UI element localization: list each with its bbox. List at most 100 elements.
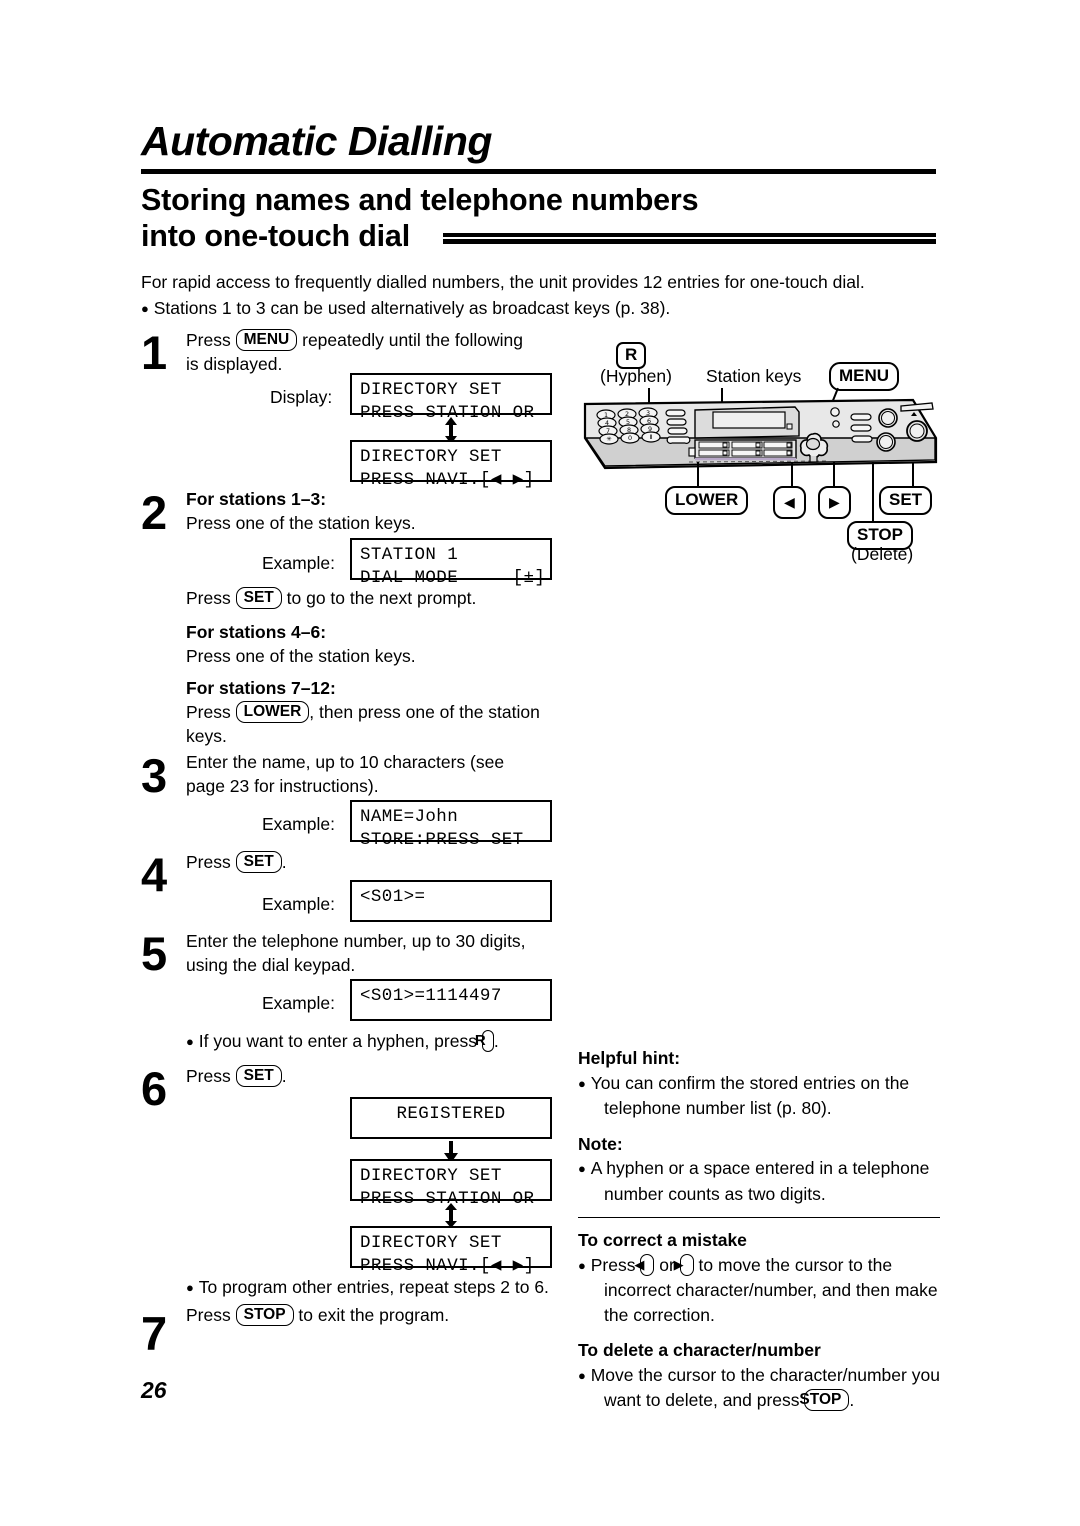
svg-text:5: 5 [626, 418, 630, 426]
step-2-stations-7-12: For stations 7–12: Press LOWER, then pre… [186, 676, 576, 748]
step-7-text-b: to exit the program. [298, 1305, 450, 1325]
r-key-inline: R [475, 1030, 494, 1052]
lcd-line: DIRECTORY SET [360, 1166, 502, 1186]
step-2-set-instruction: Press SET to go to the next prompt. [186, 586, 566, 610]
step-6-text-b: . [281, 1066, 287, 1086]
bullet-dot-icon: ● [578, 1161, 586, 1176]
step-1-text-a: Press [186, 330, 231, 350]
svg-text:6: 6 [647, 417, 651, 425]
left-arrow-key-callout: ◀ [773, 486, 806, 519]
bullet-dot-icon: ● [141, 301, 149, 316]
svg-text:3: 3 [646, 409, 650, 417]
step-5-text-b: using the dial keypad. [186, 955, 356, 975]
svg-text:9: 9 [648, 425, 652, 433]
right-arrow-key-inline: ▶ [674, 1253, 694, 1276]
step-7-number: 7 [141, 1307, 168, 1360]
lcd-display-6: <S01>=1114497 [350, 979, 552, 1021]
step-4-text-b: . [281, 852, 287, 872]
bullet-dot-icon: ● [578, 1075, 586, 1091]
helpful-hint-bullet: ● You can confirm the stored entries on … [578, 1072, 910, 1119]
lcd-line: DIRECTORY SET [360, 1233, 502, 1253]
lcd-display-2: DIRECTORY SET PRESS NAVI.[◀ ▶] [350, 440, 552, 490]
delete-character-bullet: ● Move the cursor to the character/numbe… [578, 1364, 940, 1411]
bullet-dot-icon: ● [578, 1257, 586, 1273]
step-1-text: Press MENU repeatedly until the followin… [186, 328, 566, 376]
lcd-line: STATION 1 [360, 545, 459, 565]
step-3-text-b: page 23 for instructions). [186, 776, 379, 796]
set-key-inline: SET [235, 851, 282, 873]
step-7-text: Press STOP to exit the program. [186, 1303, 566, 1327]
step-2-line-3a: Press [186, 702, 231, 722]
svg-text:7: 7 [606, 427, 610, 435]
station-keys-label: Station keys [706, 366, 802, 386]
intro-text: For rapid access to frequently dialled n… [141, 270, 941, 321]
step-5-bullet-end: . [493, 1031, 499, 1051]
double-arrow-icon-2 [441, 1203, 461, 1228]
press-suffix: to go to the next prompt. [286, 588, 477, 608]
correct-mistake-heading: To correct a mistake [578, 1230, 747, 1250]
step-5-text-a: Enter the telephone number, up to 30 dig… [186, 931, 526, 951]
lcd-line: <S01>=1114497 [360, 986, 502, 1006]
step-6-text: Press SET. [186, 1064, 566, 1088]
lower-key-callout: LOWER [665, 486, 749, 515]
lcd-display-1: DIRECTORY SET PRESS STATION OR [350, 373, 552, 423]
step-1-text-c: is displayed. [186, 354, 283, 374]
step-2-number: 2 [141, 486, 168, 539]
step-6-bullet-text: To program other entries, repeat steps 2… [198, 1277, 549, 1297]
step-5-bullet-text: If you want to enter a hyphen, press [198, 1031, 477, 1051]
lcd-line: REGISTERED [396, 1104, 506, 1124]
step-4-text: Press SET. [186, 850, 566, 874]
lcd-display-8: DIRECTORY SET PRESS STATION OR [350, 1159, 552, 1209]
note-heading: Note: [578, 1133, 623, 1154]
svg-text:Ⅱ: Ⅱ [649, 433, 652, 441]
fax-machine-control-panel: 1 2 3 4 5 6 7 8 9 ✳ 0 Ⅱ [583, 398, 938, 470]
title-rule [141, 169, 936, 174]
example-label-3: Example: [262, 894, 335, 914]
step-3-number: 3 [141, 749, 168, 802]
stop-key-inline: STOP [799, 1389, 850, 1411]
step-1-text-b: repeatedly until the following [302, 330, 523, 350]
svg-text:1: 1 [604, 411, 608, 419]
hyphen-label: (Hyphen) [600, 366, 672, 386]
step-4-number: 4 [141, 848, 168, 901]
step-2-line-3c: keys. [186, 726, 227, 746]
lcd-line: DIRECTORY SET [360, 447, 502, 467]
step-7-text-a: Press [186, 1305, 231, 1325]
set-key-inline: SET [235, 1065, 282, 1087]
left-arrow-key-inline: ◀ [634, 1253, 655, 1276]
step-6-number: 6 [141, 1062, 168, 1115]
menu-key-inline: MENU [235, 329, 298, 351]
set-key-callout: SET [879, 486, 933, 515]
page-number: 26 [141, 1377, 167, 1403]
step-2-line-3b: , then press one of the station [309, 702, 540, 722]
correct-mistake-bullet: ● Press ◀ or ▶ to move the cursor to the… [578, 1253, 938, 1325]
intro-bullet: ● Stations 1 to 3 can be used alternativ… [141, 296, 941, 321]
step-5-number: 5 [141, 927, 168, 980]
bullet-dot-icon: ● [186, 1280, 194, 1295]
step-2-line-1: Press one of the station keys. [186, 513, 416, 533]
step-2-stations-4-6: For stations 4–6: Press one of the stati… [186, 620, 566, 668]
help-text-column: Helpful hint: ● You can confirm the stor… [578, 1046, 940, 1413]
example-label-1: Example: [262, 553, 335, 573]
help-divider [578, 1217, 940, 1218]
step-5-bullet: ● If you want to enter a hyphen, press R… [186, 1029, 589, 1054]
display-label: Display: [270, 387, 333, 407]
leader-line-stop [872, 462, 874, 522]
svg-text:4: 4 [605, 419, 609, 427]
delete-character-heading: To delete a character/number [578, 1340, 821, 1360]
step-2-head-3: For stations 7–12: [186, 678, 336, 698]
example-label-4: Example: [262, 993, 335, 1013]
lcd-line: <S01>= [360, 887, 426, 907]
step-3-text-a: Enter the name, up to 10 characters (see [186, 752, 505, 772]
bullet-dot-icon: ● [186, 1034, 194, 1049]
right-arrow-key-callout: ▶ [818, 486, 851, 519]
intro-bullet-text: Stations 1 to 3 can be used alternativel… [153, 298, 671, 318]
lcd-display-4: NAME=John STORE:PRESS SET [350, 800, 552, 850]
step-4-text-a: Press [186, 852, 231, 872]
page-title: Automatic Dialling [141, 118, 492, 164]
svg-text:0: 0 [628, 434, 632, 442]
lcd-display-3: STATION 1 DIAL MODE [±] [350, 538, 552, 588]
svg-text:2: 2 [625, 410, 629, 418]
lcd-line: PRESS NAVI.[◀ ▶] [360, 1255, 535, 1276]
step-2-line-2: Press one of the station keys. [186, 646, 416, 666]
